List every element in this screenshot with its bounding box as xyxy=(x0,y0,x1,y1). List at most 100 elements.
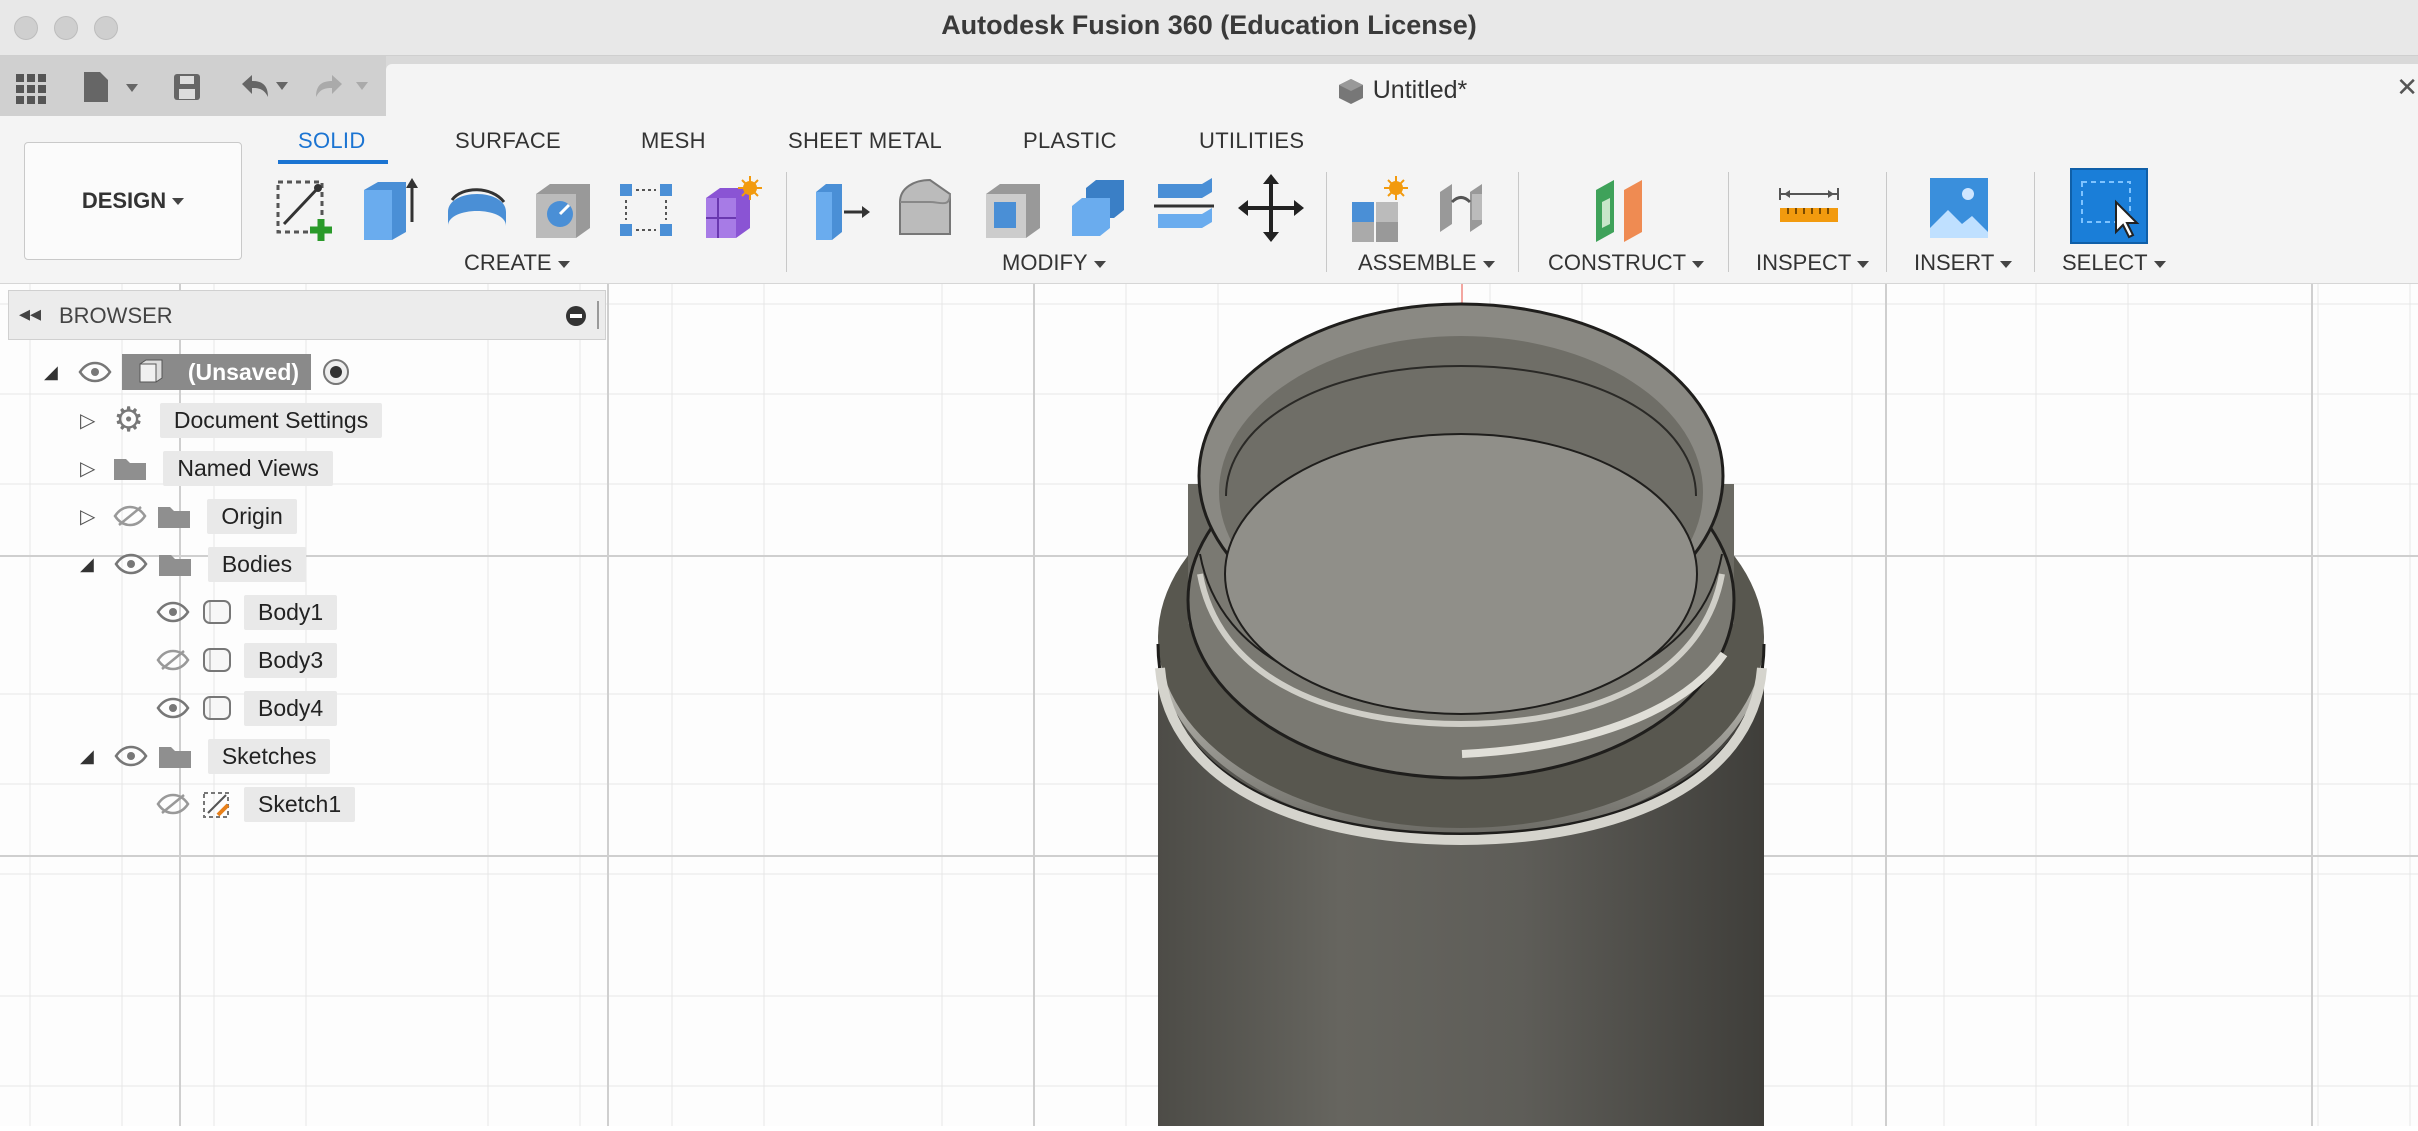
insert-group-label[interactable]: INSERT xyxy=(1914,250,2013,276)
select-button[interactable] xyxy=(2070,168,2148,244)
tree-item-label: Origin xyxy=(207,498,297,534)
combine-icon[interactable] xyxy=(1066,172,1132,244)
ribbon-separator xyxy=(1518,172,1519,272)
expand-toggle-icon[interactable]: ▷ xyxy=(80,408,95,433)
select-box-icon xyxy=(2081,181,2140,239)
shell-icon[interactable] xyxy=(980,172,1046,244)
extrude-icon[interactable] xyxy=(358,172,424,244)
tree-item-label: Document Settings xyxy=(159,402,383,438)
bottle-body[interactable] xyxy=(1155,302,1767,1126)
tree-item-label: Sketches xyxy=(207,738,331,774)
expand-toggle-icon[interactable]: ▷ xyxy=(80,504,95,529)
tree-item-document-settings[interactable]: ▷ ⚙ Document Settings xyxy=(80,400,383,440)
tree-item-bodies[interactable]: ◢ Bodies xyxy=(80,544,307,584)
press-pull-icon[interactable] xyxy=(808,172,874,244)
tree-item-body1[interactable]: Body1 xyxy=(156,592,338,632)
fillet-icon[interactable] xyxy=(894,172,960,244)
select-group-text: SELECT xyxy=(2062,250,2148,275)
undo-icon[interactable] xyxy=(238,72,298,102)
joint-icon[interactable] xyxy=(1432,172,1498,244)
sketch-icon xyxy=(203,792,230,818)
document-title: Untitled* xyxy=(386,76,2418,105)
browser-resize-handle[interactable] xyxy=(597,301,599,329)
tab-solid[interactable]: SOLID xyxy=(298,128,366,154)
browser-title: BROWSER xyxy=(59,303,173,328)
visibility-eye-icon[interactable] xyxy=(78,361,112,383)
tree-item-label: Body3 xyxy=(244,642,338,678)
create-group-label[interactable]: CREATE xyxy=(464,250,570,276)
collapse-toggle-icon[interactable]: ◢ xyxy=(80,746,94,767)
tab-utilities[interactable]: UTILITIES xyxy=(1199,128,1304,154)
apps-grid-icon[interactable] xyxy=(16,74,46,104)
expand-toggle-icon[interactable]: ▷ xyxy=(80,456,95,481)
tab-surface[interactable]: SURFACE xyxy=(455,128,561,154)
tree-item-sketches[interactable]: ◢ Sketches xyxy=(80,736,331,776)
tab-mesh[interactable]: MESH xyxy=(641,128,706,154)
root-component[interactable]: (Unsaved) xyxy=(121,354,312,390)
activate-component-icon[interactable] xyxy=(321,357,351,387)
hole-icon[interactable] xyxy=(530,172,596,244)
document-tab[interactable]: Untitled* ✕ xyxy=(386,64,2418,116)
tab-sheet-metal[interactable]: SHEET METAL xyxy=(788,128,942,154)
create-group-text: CREATE xyxy=(464,250,552,275)
expand-toggle-icon[interactable]: ◢ xyxy=(44,362,58,383)
tree-item-body3[interactable]: Body3 xyxy=(156,640,338,680)
folder-icon xyxy=(158,507,191,528)
save-icon[interactable] xyxy=(172,72,202,102)
tree-item-label: Body4 xyxy=(244,690,338,726)
select-group-label[interactable]: SELECT xyxy=(2062,250,2166,276)
tab-plastic[interactable]: PLASTIC xyxy=(1023,128,1117,154)
new-component-icon[interactable] xyxy=(1346,172,1412,244)
tree-item-label: Body1 xyxy=(244,594,338,630)
hidden-eye-icon[interactable] xyxy=(156,649,190,671)
active-tab-indicator xyxy=(278,160,388,164)
root-label: (Unsaved) xyxy=(187,358,300,385)
insert-group-text: INSERT xyxy=(1914,250,1995,275)
body-icon xyxy=(203,696,231,720)
tree-item-body4[interactable]: Body4 xyxy=(156,688,338,728)
ribbon-separator xyxy=(2034,172,2035,272)
visibility-eye-icon[interactable] xyxy=(156,697,190,719)
split-body-icon[interactable] xyxy=(1152,172,1218,244)
assemble-group-text: ASSEMBLE xyxy=(1358,250,1477,275)
construct-group-label[interactable]: CONSTRUCT xyxy=(1548,250,1705,276)
visibility-eye-icon[interactable] xyxy=(114,553,148,575)
close-tab-icon[interactable]: ✕ xyxy=(2396,72,2418,103)
gear-icon: ⚙ xyxy=(113,401,144,439)
collapse-browser-icon[interactable]: ◂◂ xyxy=(19,301,41,327)
modify-group-label[interactable]: MODIFY xyxy=(1002,250,1106,276)
file-menu-icon[interactable] xyxy=(82,70,142,104)
revolve-icon[interactable] xyxy=(444,172,510,244)
tree-item-named-views[interactable]: ▷ Named Views xyxy=(80,448,333,488)
redo-icon[interactable] xyxy=(312,72,372,102)
construct-group-text: CONSTRUCT xyxy=(1548,250,1687,275)
collapse-toggle-icon[interactable]: ◢ xyxy=(80,554,94,575)
measure-icon[interactable] xyxy=(1776,172,1842,244)
pattern-icon[interactable] xyxy=(614,172,680,244)
hidden-eye-icon[interactable] xyxy=(113,505,147,527)
tree-root[interactable]: ◢ (Unsaved) xyxy=(44,352,351,392)
create-form-icon[interactable] xyxy=(700,172,766,244)
tree-item-label: Bodies xyxy=(207,546,307,582)
offset-plane-icon[interactable] xyxy=(1590,172,1656,244)
browser-minimize-icon[interactable] xyxy=(565,305,587,327)
ribbon-separator xyxy=(1326,172,1327,272)
assemble-group-label[interactable]: ASSEMBLE xyxy=(1358,250,1495,276)
workspace-switcher[interactable]: DESIGN xyxy=(24,142,242,260)
modify-group-text: MODIFY xyxy=(1002,250,1088,275)
visibility-eye-icon[interactable] xyxy=(114,745,148,767)
tree-item-origin[interactable]: ▷ Origin xyxy=(80,496,297,536)
move-copy-icon[interactable] xyxy=(1238,172,1304,244)
body-icon xyxy=(203,648,231,672)
component-icon xyxy=(139,359,163,383)
title-bar: Autodesk Fusion 360 (Education License) xyxy=(0,0,2418,56)
inspect-group-label[interactable]: INSPECT xyxy=(1756,250,1870,276)
hidden-eye-icon[interactable] xyxy=(156,793,190,815)
tree-item-sketch1[interactable]: Sketch1 xyxy=(156,784,356,824)
folder-icon xyxy=(158,747,191,768)
insert-image-icon[interactable] xyxy=(1926,172,1992,244)
document-cube-icon xyxy=(1338,79,1363,105)
visibility-eye-icon[interactable] xyxy=(156,601,190,623)
create-sketch-icon[interactable] xyxy=(272,172,338,244)
tree-item-label: Sketch1 xyxy=(244,786,356,822)
